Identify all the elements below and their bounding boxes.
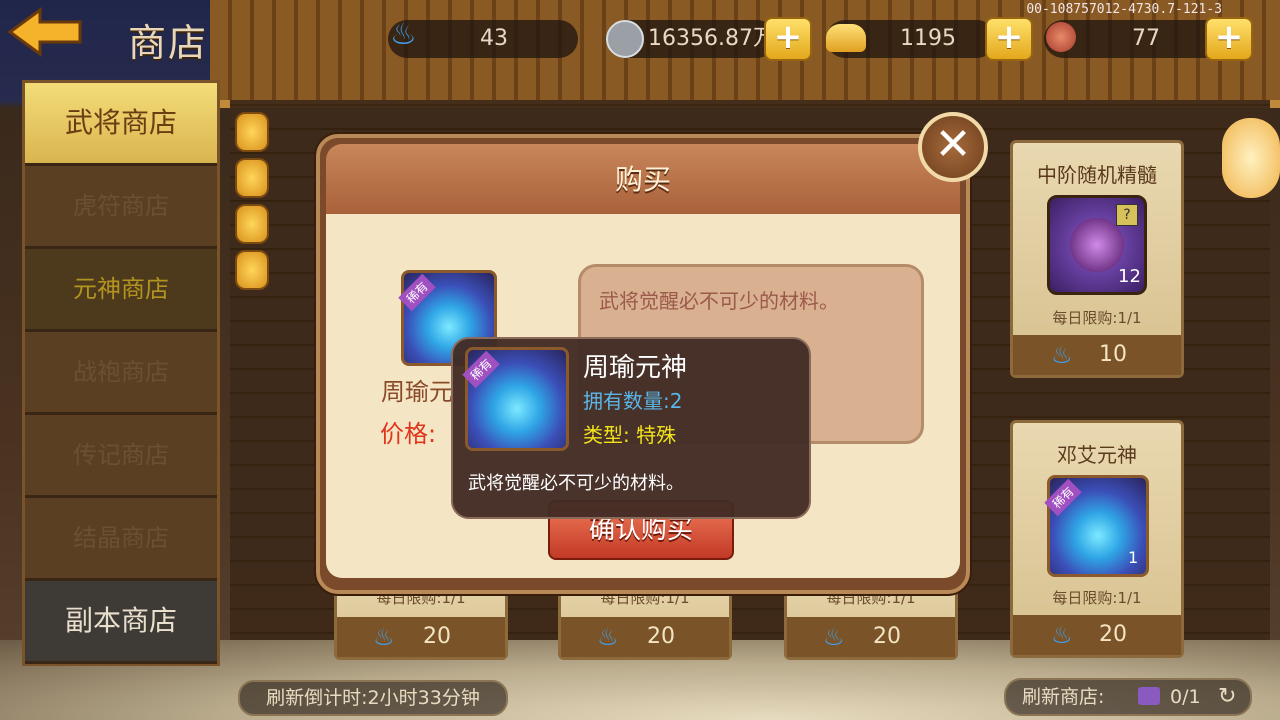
gold-ingot-icon bbox=[826, 24, 866, 52]
refresh-token-icon bbox=[1138, 687, 1160, 705]
refresh-icon: ↻ bbox=[1218, 684, 1237, 709]
lantern bbox=[235, 204, 269, 244]
tooltip-type: 类型: 特殊 bbox=[583, 423, 677, 447]
refresh-countdown: 刷新倒计时:2小时33分钟 bbox=[238, 680, 508, 716]
back-arrow-icon bbox=[7, 7, 82, 57]
price-bar: ♨ 10 bbox=[1013, 335, 1181, 375]
rare-badge: 稀有 bbox=[398, 273, 436, 312]
page-title: 商店 bbox=[128, 21, 209, 65]
card-title: 中阶随机精髓 bbox=[1037, 163, 1157, 187]
dialog-header: 购买 bbox=[326, 144, 960, 214]
price-label: 价格: bbox=[380, 420, 437, 448]
price-bar: ♨ 20 bbox=[787, 617, 955, 657]
price-bar: ♨ 20 bbox=[1013, 615, 1181, 655]
spirit-item-icon: 稀有 1 bbox=[1044, 475, 1149, 577]
dialog-title: 购买 bbox=[614, 163, 671, 196]
sidebar-item-robe-shop[interactable]: 战袍商店 bbox=[25, 332, 217, 415]
meat-icon bbox=[1046, 22, 1076, 52]
item-count: 12 bbox=[1118, 266, 1141, 287]
resource-flame: ♨ 43 bbox=[388, 17, 578, 58]
daily-limit: 每日限购:1/1 bbox=[1052, 309, 1142, 327]
lantern bbox=[235, 158, 269, 198]
lantern bbox=[235, 250, 269, 290]
sidebar-item-tiger-shop[interactable]: 虎符商店 bbox=[25, 166, 217, 249]
question-mark-icon: ? bbox=[1116, 204, 1138, 226]
resource-value: 16356.87万 bbox=[648, 26, 775, 51]
essence-orb-icon bbox=[1070, 218, 1124, 272]
refresh-count: 0/1 bbox=[1170, 686, 1201, 708]
close-icon: ✕ bbox=[934, 119, 972, 170]
resource-value: 77 bbox=[1132, 26, 1160, 51]
refresh-label: 刷新商店: bbox=[1022, 686, 1105, 708]
coin-icon bbox=[606, 20, 644, 58]
rare-badge: 稀有 bbox=[1044, 478, 1082, 517]
blue-flame-icon: ♨ bbox=[1051, 341, 1073, 369]
lantern bbox=[235, 112, 269, 152]
shop-card[interactable]: 邓艾元神 稀有 1 每日限购:1/1 ♨ 20 bbox=[1010, 420, 1184, 658]
price-value: 20 bbox=[873, 624, 901, 649]
add-coin-button[interactable]: + bbox=[764, 17, 812, 61]
shop-card[interactable]: 中阶随机精髓 ? 12 每日限购:1/1 ♨ 10 bbox=[1010, 140, 1184, 378]
sidebar-item-biography-shop[interactable]: 传记商店 bbox=[25, 415, 217, 498]
blue-flame-icon: ♨ bbox=[390, 17, 417, 52]
rare-badge: 稀有 bbox=[462, 350, 500, 389]
spirit-item-icon: 稀有 bbox=[462, 347, 569, 451]
daily-limit: 每日限购:1/1 bbox=[1052, 589, 1142, 607]
description-text: 武将觉醒必不可少的材料。 bbox=[599, 289, 839, 313]
item-tooltip: 稀有 周瑜元神 拥有数量:2 类型: 特殊 武将觉醒必不可少的材料。 bbox=[451, 337, 811, 519]
sidebar-item-crystal-shop[interactable]: 结晶商店 bbox=[25, 498, 217, 581]
resource-coin: 16356.87万 bbox=[606, 20, 776, 58]
paper-lantern bbox=[1222, 118, 1280, 198]
card-title: 邓艾元神 bbox=[1057, 443, 1137, 467]
resource-value: 43 bbox=[480, 26, 508, 51]
tooltip-name: 周瑜元神 bbox=[583, 353, 688, 383]
tooltip-owned-count: 拥有数量:2 bbox=[583, 389, 683, 413]
item-name: 周瑜元 bbox=[381, 378, 453, 406]
blue-flame-icon: ♨ bbox=[597, 623, 619, 651]
blue-flame-icon: ♨ bbox=[1051, 621, 1073, 649]
shop-sidebar: 武将商店 虎符商店 元神商店 战袍商店 传记商店 结晶商店 副本商店 bbox=[22, 80, 220, 666]
tooltip-description: 武将觉醒必不可少的材料。 bbox=[468, 473, 684, 494]
add-stamina-button[interactable]: + bbox=[1205, 17, 1253, 61]
build-id: 00-108757012-4730.7-121-3 bbox=[1026, 2, 1222, 17]
resource-stamina: 77 bbox=[1044, 20, 1224, 58]
blue-flame-icon: ♨ bbox=[373, 623, 395, 651]
resource-gold: 1195 bbox=[826, 20, 996, 58]
price-value: 20 bbox=[423, 624, 451, 649]
item-icon: ? 12 bbox=[1047, 195, 1147, 295]
add-gold-button[interactable]: + bbox=[985, 17, 1033, 61]
price-value: 20 bbox=[1099, 622, 1127, 647]
back-button[interactable] bbox=[6, 6, 84, 58]
close-button[interactable]: ✕ bbox=[918, 112, 988, 182]
sidebar-item-general-shop[interactable]: 武将商店 bbox=[25, 83, 217, 166]
blue-flame-icon: ♨ bbox=[823, 623, 845, 651]
item-count: 1 bbox=[1128, 548, 1139, 567]
price-bar: ♨ 20 bbox=[337, 617, 505, 657]
price-value: 10 bbox=[1099, 342, 1127, 367]
refresh-shop-button[interactable]: 刷新商店: 0/1 ↻ bbox=[1004, 678, 1252, 716]
sidebar-item-dungeon-shop[interactable]: 副本商店 bbox=[25, 581, 217, 664]
resource-value: 1195 bbox=[900, 26, 956, 51]
sidebar-item-spirit-shop[interactable]: 元神商店 bbox=[25, 249, 217, 332]
price-bar: ♨ 20 bbox=[561, 617, 729, 657]
price-value: 20 bbox=[647, 624, 675, 649]
